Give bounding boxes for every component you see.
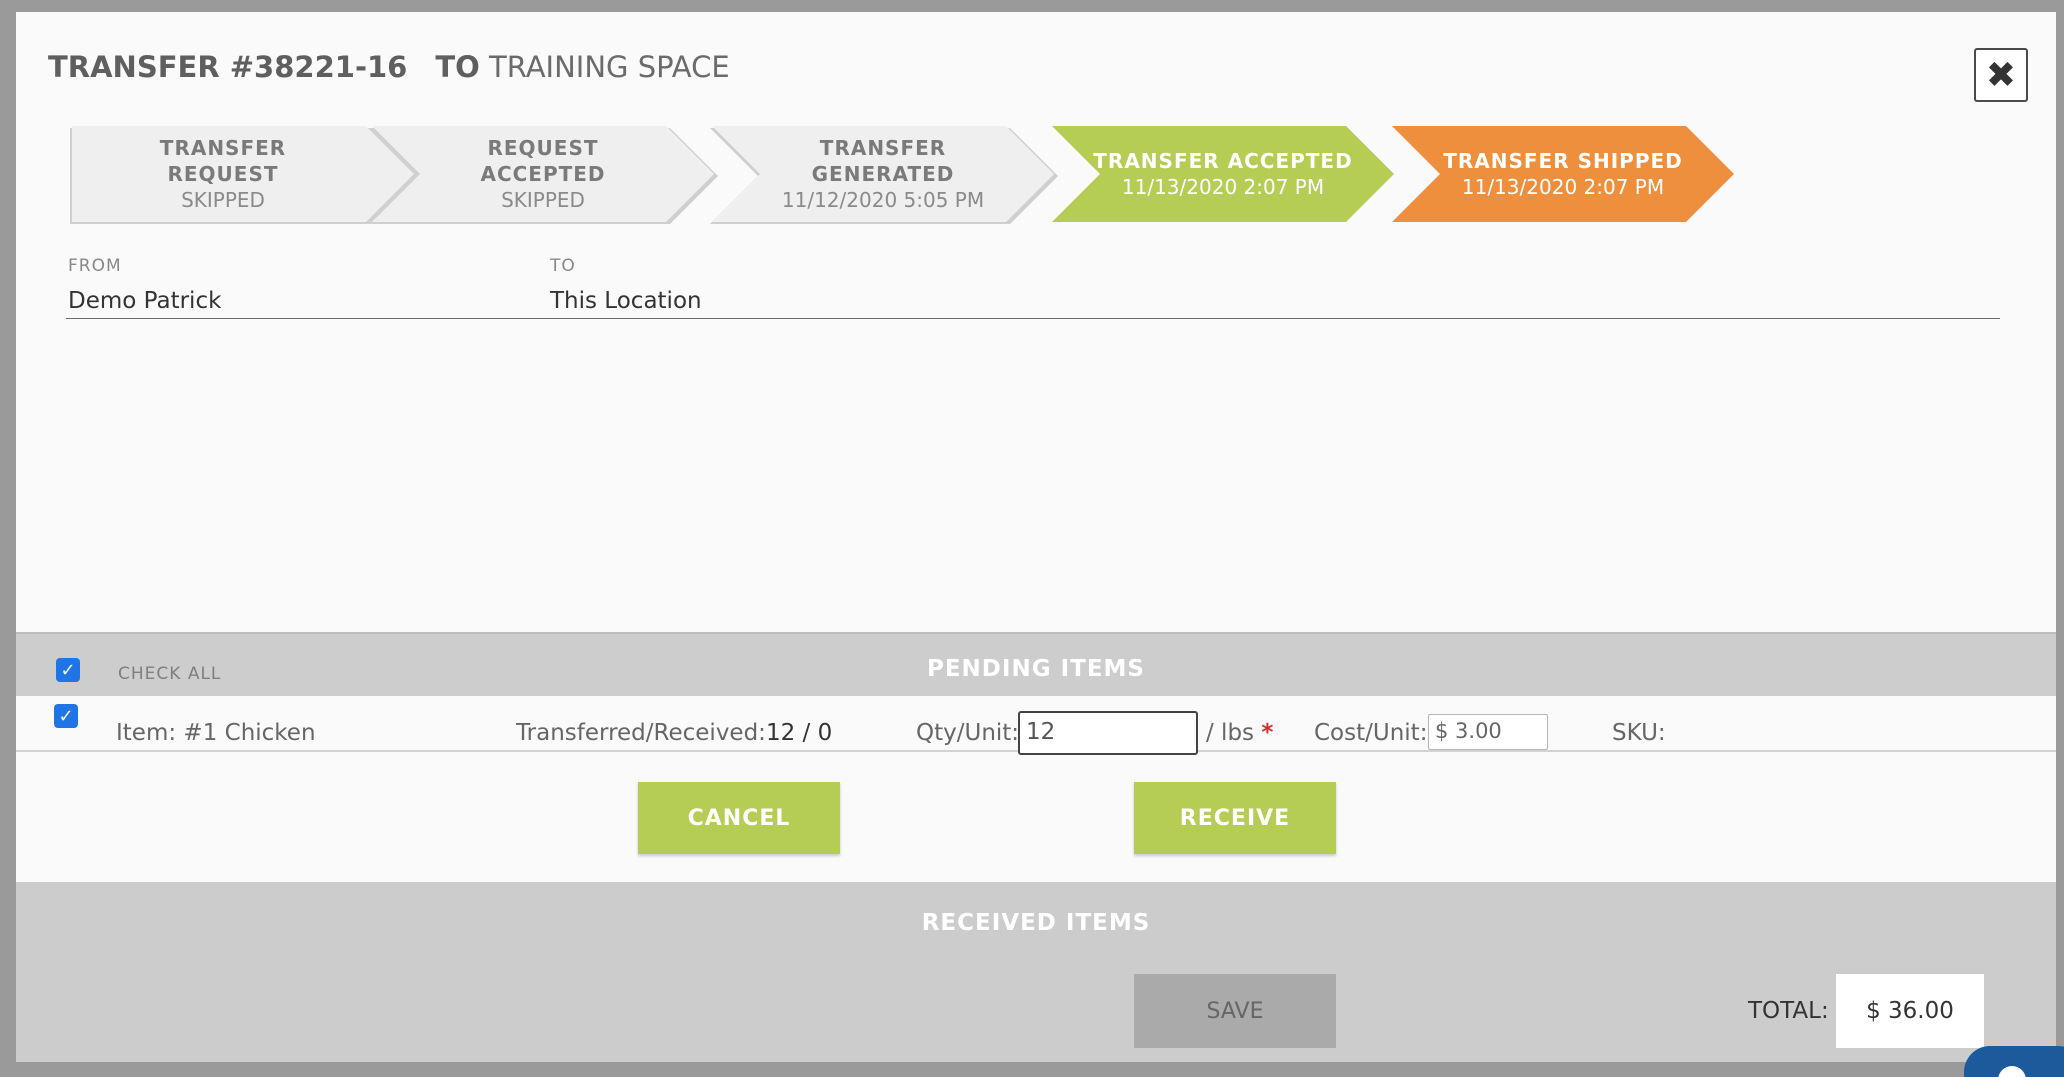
- item-value: #1 Chicken: [183, 720, 316, 746]
- transfer-number: TRANSFER #38221-16: [48, 50, 408, 84]
- to-value: This Location: [550, 288, 702, 314]
- unit-text: / lbs: [1206, 720, 1255, 746]
- transferred-value: 12 / 0: [765, 720, 833, 746]
- step-name: TRANSFER ACCEPTED: [1093, 149, 1353, 173]
- step-status: SKIPPED: [181, 188, 265, 212]
- cancel-button[interactable]: CANCEL: [638, 782, 840, 854]
- qty-label: Qty/Unit:: [916, 720, 1020, 746]
- item-label: Item:: [116, 720, 177, 746]
- from-value: Demo Patrick: [68, 288, 222, 314]
- modal-title: TRANSFER #38221-16 TO TRAINING SPACE: [48, 50, 730, 84]
- to-label: TO: [550, 256, 576, 276]
- item-checkbox[interactable]: ✓: [54, 704, 78, 728]
- step-name: ACCEPTED: [480, 162, 606, 186]
- transferred-received: Transferred/Received:12 / 0: [516, 720, 832, 746]
- close-icon: ✖: [1985, 54, 2017, 96]
- step-name: TRANSFER: [159, 136, 287, 160]
- save-button[interactable]: SAVE: [1134, 974, 1336, 1048]
- item-name: Item: #1 Chicken: [116, 720, 316, 746]
- sku-label: SKU:: [1612, 720, 1666, 746]
- total-label: TOTAL:: [1748, 998, 1829, 1024]
- chat-widget-button[interactable]: [1964, 1046, 2064, 1077]
- step-name: TRANSFER: [819, 136, 947, 160]
- transfer-progress: TRANSFER REQUEST SKIPPED REQUEST ACCEPTE…: [72, 126, 1772, 238]
- step-status: 11/13/2020 2:07 PM: [1461, 175, 1665, 199]
- total-value: $ 36.00: [1836, 974, 1984, 1048]
- destination-name: TRAINING SPACE: [489, 50, 730, 84]
- field-divider: [66, 318, 2000, 319]
- transfer-modal: TRANSFER #38221-16 TO TRAINING SPACE ✖ TR…: [16, 12, 2056, 1062]
- from-label: FROM: [68, 256, 122, 276]
- step-request-accepted: REQUEST ACCEPTED SKIPPED: [372, 126, 714, 222]
- qty-value: 12: [1026, 719, 1056, 745]
- cost-input[interactable]: $ 3.00: [1428, 714, 1548, 750]
- step-transfer-accepted: TRANSFER ACCEPTED 11/13/2020 2:07 PM: [1052, 126, 1394, 222]
- receive-button[interactable]: RECEIVE: [1134, 782, 1336, 854]
- step-name: TRANSFER SHIPPED: [1443, 149, 1683, 173]
- step-name: GENERATED: [811, 162, 955, 186]
- table-row: ✓ Item: #1 Chicken Transferred/Received:…: [16, 696, 2056, 755]
- step-status: 11/12/2020 5:05 PM: [781, 188, 985, 212]
- received-items-section: RECEIVED ITEMS SAVE TOTAL: $ 36.00: [16, 882, 2056, 1062]
- step-name: REQUEST: [487, 136, 599, 160]
- cost-label: Cost/Unit:: [1314, 720, 1428, 746]
- chat-icon: [1998, 1066, 2026, 1077]
- pending-items-header: ✓ CHECK ALL PENDING ITEMS: [16, 632, 2056, 696]
- step-transfer-request: TRANSFER REQUEST SKIPPED: [72, 126, 414, 222]
- step-name: REQUEST: [167, 162, 279, 186]
- qty-input[interactable]: 12: [1018, 711, 1198, 755]
- step-status: 11/13/2020 2:07 PM: [1121, 175, 1325, 199]
- close-button[interactable]: ✖: [1974, 48, 2028, 102]
- step-transfer-generated: TRANSFER GENERATED 11/12/2020 5:05 PM: [712, 126, 1054, 222]
- transferred-label: Transferred/Received:: [516, 720, 766, 746]
- required-mark: *: [1261, 720, 1274, 746]
- unit-label: / lbs *: [1206, 720, 1273, 746]
- cost-value: $ 3.00: [1435, 719, 1502, 743]
- step-transfer-shipped: TRANSFER SHIPPED 11/13/2020 2:07 PM: [1392, 126, 1734, 222]
- step-status: SKIPPED: [501, 188, 585, 212]
- received-items-title: RECEIVED ITEMS: [921, 910, 1151, 936]
- to-prefix: TO: [435, 50, 480, 84]
- pending-items-title: PENDING ITEMS: [926, 656, 1145, 682]
- check-icon: ✓: [58, 705, 74, 727]
